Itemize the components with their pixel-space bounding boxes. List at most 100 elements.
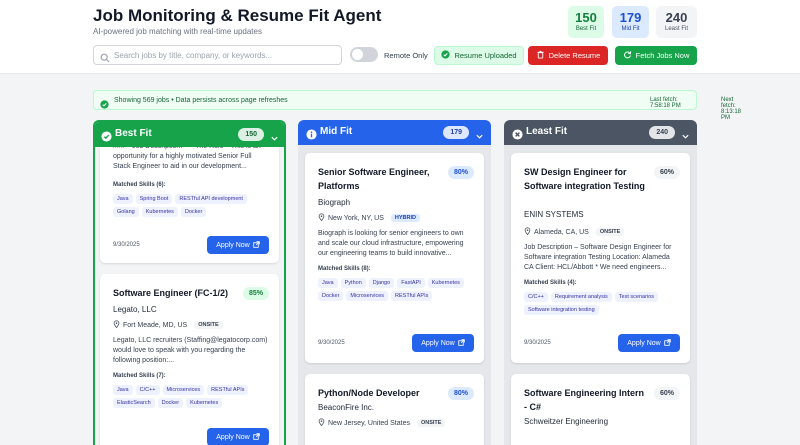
search-box	[93, 45, 342, 65]
job-description: ### **Job Description:** **The Role** Th…	[113, 147, 261, 170]
chevron-down-icon[interactable]	[475, 128, 484, 146]
stat-best-fit-value: 150	[575, 10, 597, 25]
fit-percentage-badge: 60%	[653, 166, 680, 179]
x-circle-icon	[512, 127, 523, 145]
location-text: New Jersey, United States	[328, 419, 410, 427]
job-description: Biograph is looking for senior engineers…	[318, 230, 464, 257]
job-location: Alameda, CA, US ONSITE	[524, 227, 625, 237]
refresh-icon	[623, 50, 632, 61]
map-pin-icon	[113, 320, 120, 330]
skill-chip: Java	[318, 278, 338, 288]
skill-chip: RESTful APIs	[391, 291, 433, 301]
job-card: Software Engineering Intern - C# 60% Sch…	[511, 374, 690, 445]
location-text: Fort Meade, MD, US	[123, 321, 188, 329]
least-fit-column: Least Fit 240 SW Design Engineer for Sof…	[504, 120, 697, 445]
chevron-down-icon[interactable]	[270, 130, 279, 148]
check-circle-icon	[441, 50, 451, 61]
best-fit-header[interactable]: Best Fit 150	[95, 122, 284, 148]
stat-least-fit: 240 Least Fit	[656, 6, 697, 38]
skill-chip: Software integration testing	[524, 305, 599, 315]
stat-least-fit-value: 240	[665, 10, 688, 25]
skills-list: Java Spring Boot RESTful API development…	[113, 194, 271, 217]
map-pin-icon	[318, 418, 325, 428]
column-title: Best Fit	[115, 128, 152, 139]
stat-best-fit-label: Best Fit	[575, 26, 597, 32]
company-name: Biograph	[318, 198, 351, 207]
location-text: New York, NY, US	[328, 214, 384, 222]
trash-icon	[536, 50, 545, 61]
job-description: Job Description – Software Design Engine…	[524, 244, 672, 271]
job-location: New York, NY, US HYBRID	[318, 213, 420, 223]
delete-resume-button[interactable]: Delete Resume	[528, 46, 608, 65]
chevron-down-icon[interactable]	[681, 128, 690, 146]
skill-chip: Kubernetes	[427, 278, 464, 288]
posted-date: 9/30/2025	[318, 340, 345, 346]
search-icon	[100, 50, 110, 68]
work-type-badge: ONSITE	[194, 321, 223, 329]
resume-uploaded-label: Resume Uploaded	[454, 51, 517, 60]
search-input[interactable]	[114, 48, 336, 62]
skill-chip: Requirement analysis	[550, 292, 612, 302]
mid-fit-header[interactable]: Mid Fit 179	[298, 120, 491, 145]
company-name: BeaconFire Inc.	[318, 403, 375, 412]
fetch-jobs-button[interactable]: Fetch Jobs Now	[615, 46, 697, 65]
resume-uploaded-button[interactable]: Resume Uploaded	[434, 46, 524, 65]
apply-now-button[interactable]: Apply Now	[207, 428, 269, 445]
fit-percentage-badge: 80%	[447, 166, 474, 179]
apply-label: Apply Now	[216, 241, 250, 249]
fetch-jobs-label: Fetch Jobs Now	[635, 51, 690, 60]
skill-chip: C/C++	[524, 292, 548, 302]
apply-now-button[interactable]: Apply Now	[618, 334, 680, 352]
column-count-badge: 179	[443, 126, 469, 139]
company-name: ENIN SYSTEMS	[524, 210, 584, 219]
skill-chip: Kubernetes	[141, 207, 178, 217]
job-card: Python/Node Developer 80% BeaconFire Inc…	[305, 374, 484, 445]
app-subtitle: AI-powered job matching with real-time u…	[93, 27, 262, 36]
least-fit-header[interactable]: Least Fit 240	[504, 120, 697, 145]
work-type-badge: HYBRID	[390, 214, 420, 222]
column-count-badge: 150	[238, 128, 264, 141]
matched-skills-heading: Matched Skills (8):	[318, 266, 371, 272]
external-link-icon	[253, 432, 260, 442]
check-circle-icon	[100, 96, 109, 114]
company-name: Legato, LLC	[113, 305, 157, 314]
last-fetch-time: Last fetch: 7:58:18 PM	[650, 97, 681, 109]
skill-chip: Golang	[113, 207, 139, 217]
map-pin-icon	[524, 227, 531, 237]
skill-chip: Docker	[318, 291, 344, 301]
app-header: Job Monitoring & Resume Fit Agent AI-pow…	[0, 0, 800, 74]
apply-now-button[interactable]: Apply Now	[412, 334, 474, 352]
skill-chip: Test scenarios	[614, 292, 658, 302]
skill-chip: FastAPI	[397, 278, 425, 288]
skill-chip: Python	[340, 278, 366, 288]
job-location: Fort Meade, MD, US ONSITE	[113, 320, 223, 330]
column-count-badge: 240	[649, 126, 675, 139]
delete-resume-label: Delete Resume	[548, 51, 601, 60]
external-link-icon	[664, 338, 671, 348]
skill-chip: Java	[113, 194, 133, 204]
status-banner: Showing 569 jobs • Data persists across …	[93, 90, 741, 121]
skill-chip: Java	[113, 385, 133, 395]
stat-least-fit-label: Least Fit	[664, 26, 688, 32]
status-message: Showing 569 jobs • Data persists across …	[114, 97, 288, 104]
company-name: Schweitzer Engineering	[524, 417, 609, 426]
skill-chip: RESTful APIs	[207, 385, 249, 395]
stat-best-fit: 150 Best Fit	[568, 6, 604, 38]
best-fit-column: Best Fit 150 ### **Job Description:** **…	[93, 120, 286, 445]
location-text: Alameda, CA, US	[534, 228, 589, 236]
job-card: Software Engineer (FC-1/2) 85% Legato, L…	[100, 274, 279, 445]
job-location: New Jersey, United States ONSITE	[318, 418, 446, 428]
job-title: Software Engineering Intern - C#	[524, 388, 645, 412]
job-card: Senior Software Engineer, Platforms 80% …	[305, 153, 484, 363]
next-fetch-time: Next fetch: 8:13:18 PM	[721, 97, 742, 121]
fit-percentage-badge: 85%	[242, 287, 269, 300]
apply-now-button[interactable]: Apply Now	[207, 236, 269, 254]
remote-only-toggle[interactable]	[350, 47, 378, 62]
external-link-icon	[253, 240, 260, 250]
apply-label: Apply Now	[421, 339, 455, 347]
skill-chip: Microservices	[162, 385, 205, 395]
skill-chip: Kubernetes	[186, 398, 223, 408]
skills-list: C/C++ Requirement analysis Test scenario…	[524, 292, 682, 315]
fit-percentage-badge: 60%	[653, 387, 680, 400]
map-pin-icon	[318, 213, 325, 223]
